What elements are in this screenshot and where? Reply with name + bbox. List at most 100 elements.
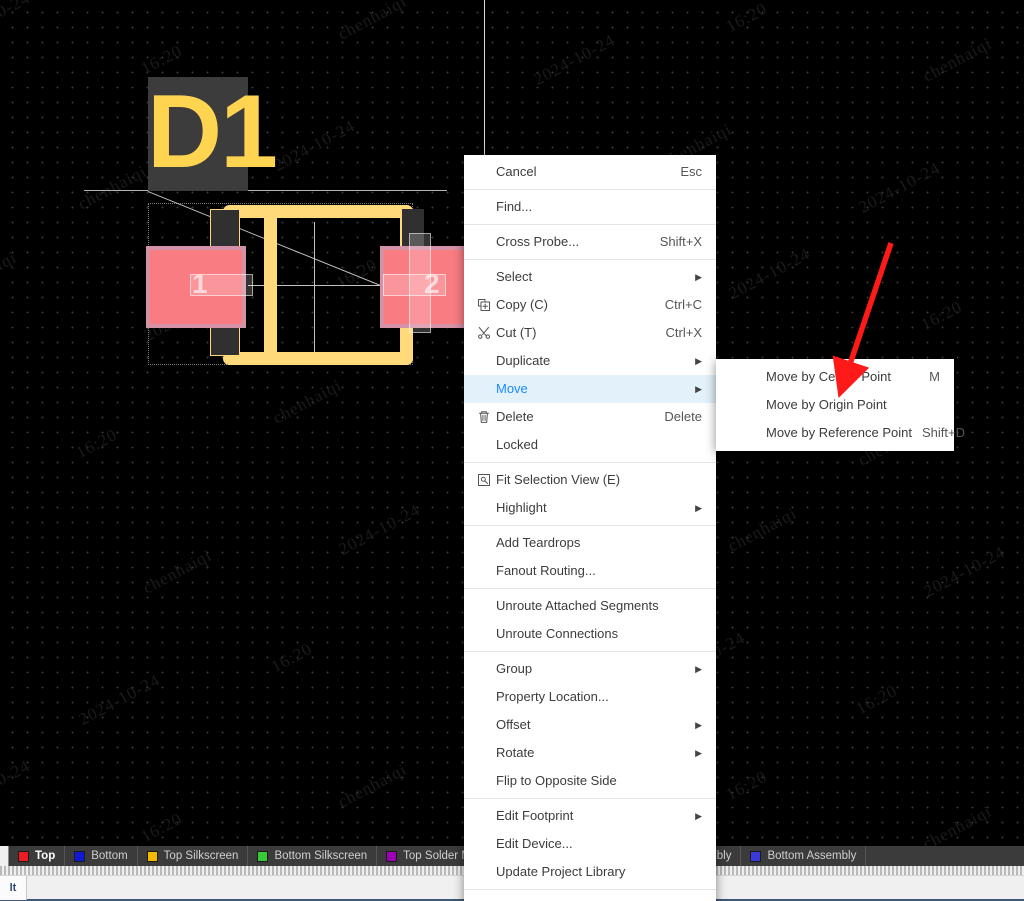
menu-item-label: Locked <box>496 437 538 452</box>
layer-tab-top[interactable]: Top <box>9 846 66 866</box>
menu-item-locked[interactable]: Locked <box>464 431 716 459</box>
submenu-item-move-by-center-point[interactable]: Move by Center Point M <box>716 363 954 391</box>
submenu-item-move-by-reference-point[interactable]: Move by Reference Point Shift+D <box>716 419 965 447</box>
menu-item-label: Duplicate <box>496 353 551 368</box>
menu-item-property-location[interactable]: Property Location... <box>464 683 716 711</box>
pad-1-number: 1 <box>192 268 208 299</box>
menu-item-ipc-dac-2552-properties[interactable]: IPC/DAC-2552 Properties... <box>464 893 716 901</box>
menu-item-shortcut: Ctrl+X <box>665 325 702 340</box>
menu-item-find[interactable]: Find... <box>464 193 716 221</box>
layer-color-swatch <box>146 850 158 862</box>
chevron-right-icon: ▶ <box>695 355 702 366</box>
menu-item-shortcut: Shift+X <box>659 234 702 249</box>
menu-separator <box>464 651 716 652</box>
pad-2-vertical-box <box>409 233 431 333</box>
menu-item-highlight[interactable]: Highlight ▶ <box>464 494 716 522</box>
menu-item-label: Move by Reference Point <box>766 425 912 440</box>
menu-item-copy-c[interactable]: Copy (C) Ctrl+C <box>464 291 716 319</box>
layer-tab-label: Top Silkscreen <box>163 850 239 862</box>
menu-item-label: Group <box>496 661 533 676</box>
menu-item-update-project-library[interactable]: Update Project Library <box>464 858 716 886</box>
layer-tab-bottom-silkscreen[interactable]: Bottom Silkscreen <box>248 846 378 866</box>
menu-item-unroute-connections[interactable]: Unroute Connections <box>464 620 716 648</box>
menu-item-move[interactable]: Move ▶ <box>464 375 716 403</box>
menu-item-rotate[interactable]: Rotate ▶ <box>464 739 716 767</box>
menu-item-label: Select <box>496 269 533 284</box>
menu-item-shortcut: M <box>929 369 940 384</box>
chevron-right-icon: ▶ <box>695 719 702 730</box>
chevron-right-icon: ▶ <box>695 502 702 513</box>
silkscreen-bottom-edge <box>223 352 413 365</box>
menu-item-label: Rotate <box>496 745 535 760</box>
layer-tab-bottom-assembly[interactable]: Bottom Assembly <box>741 846 867 866</box>
menu-item-label: Add Teardrops <box>496 535 581 550</box>
context-menu[interactable]: Cancel Esc Find... Cross Probe... Shift+X Sel… <box>464 155 716 901</box>
menu-item-fit-selection-view-e[interactable]: Fit Selection View (E) <box>464 466 716 494</box>
menu-item-label: Fit Selection View (E) <box>496 472 621 487</box>
menu-item-edit-footprint[interactable]: Edit Footprint ▶ <box>464 802 716 830</box>
menu-item-label: Move by Center Point <box>766 369 892 384</box>
menu-item-edit-device[interactable]: Edit Device... <box>464 830 716 858</box>
menu-item-label: Update Project Library <box>496 864 626 879</box>
menu-item-group[interactable]: Group ▶ <box>464 655 716 683</box>
menu-item-label: Edit Footprint <box>496 808 574 823</box>
silkscreen-corner-top-left <box>210 209 240 247</box>
component-designator[interactable]: D1 <box>147 76 278 188</box>
layer-tab-label: Bottom Silkscreen <box>274 850 368 862</box>
chevron-right-icon: ▶ <box>695 747 702 758</box>
menu-item-fanout-routing[interactable]: Fanout Routing... <box>464 557 716 585</box>
layer-color-swatch <box>257 850 269 862</box>
menu-separator <box>464 525 716 526</box>
status-bar-tab[interactable]: lt <box>0 875 27 900</box>
silkscreen-top-edge <box>223 205 413 218</box>
move-submenu[interactable]: Move by Center Point M Move by Origin Poin… <box>716 359 965 451</box>
menu-item-shortcut: Ctrl+C <box>664 297 702 312</box>
menu-item-select[interactable]: Select ▶ <box>464 263 716 291</box>
menu-separator <box>464 462 716 463</box>
guide-line-vertical-top <box>484 0 486 156</box>
layer-tab-top-silkscreen[interactable]: Top Silkscreen <box>138 846 249 866</box>
copy-icon <box>474 298 494 312</box>
menu-item-label: IPC/DAC-2552 Properties... <box>496 893 702 901</box>
layer-bar-drag-handle[interactable] <box>0 846 9 866</box>
menu-separator <box>464 588 716 589</box>
cut-icon <box>474 326 494 340</box>
menu-item-add-teardrops[interactable]: Add Teardrops <box>464 529 716 557</box>
menu-item-label: Move <box>496 381 528 396</box>
menu-separator <box>464 224 716 225</box>
silkscreen-left-edge <box>264 205 277 365</box>
menu-item-label: Delete <box>496 409 534 424</box>
menu-separator <box>464 889 716 890</box>
menu-item-duplicate[interactable]: Duplicate ▶ <box>464 347 716 375</box>
menu-item-flip-to-opposite-side[interactable]: Flip to Opposite Side <box>464 767 716 795</box>
menu-item-cross-probe[interactable]: Cross Probe... Shift+X <box>464 228 716 256</box>
layer-tab-bottom[interactable]: Bottom <box>65 846 138 866</box>
fit-selection-icon <box>474 473 494 487</box>
menu-item-label: Unroute Attached Segments <box>496 598 659 613</box>
menu-item-label: Fanout Routing... <box>496 563 596 578</box>
menu-item-unroute-attached-segments[interactable]: Unroute Attached Segments <box>464 592 716 620</box>
menu-item-label: Cancel <box>496 164 537 179</box>
submenu-item-move-by-origin-point[interactable]: Move by Origin Point <box>716 391 954 419</box>
menu-item-shortcut: Esc <box>680 164 702 179</box>
layer-tab-label: Bottom Assembly <box>767 850 857 862</box>
layer-color-swatch <box>750 850 762 862</box>
menu-item-cut-t[interactable]: Cut (T) Ctrl+X <box>464 319 716 347</box>
menu-separator <box>464 798 716 799</box>
layer-tab-label: Top <box>35 850 56 862</box>
menu-item-label: Flip to Opposite Side <box>496 773 617 788</box>
menu-item-label: Unroute Connections <box>496 626 619 641</box>
menu-item-label: Find... <box>496 199 533 214</box>
layer-tab-label: Bottom <box>91 850 128 862</box>
layer-color-swatch <box>74 850 86 862</box>
chevron-right-icon: ▶ <box>695 271 702 282</box>
trash-icon <box>474 410 494 424</box>
menu-item-offset[interactable]: Offset ▶ <box>464 711 716 739</box>
layer-color-swatch <box>386 850 398 862</box>
menu-item-cancel[interactable]: Cancel Esc <box>464 158 716 186</box>
guide-line-pad-vertical <box>314 222 315 352</box>
chevron-right-icon: ▶ <box>695 663 702 674</box>
menu-item-delete[interactable]: Delete Delete <box>464 403 716 431</box>
chevron-right-icon: ▶ <box>695 383 702 394</box>
menu-item-label: Highlight <box>496 500 547 515</box>
